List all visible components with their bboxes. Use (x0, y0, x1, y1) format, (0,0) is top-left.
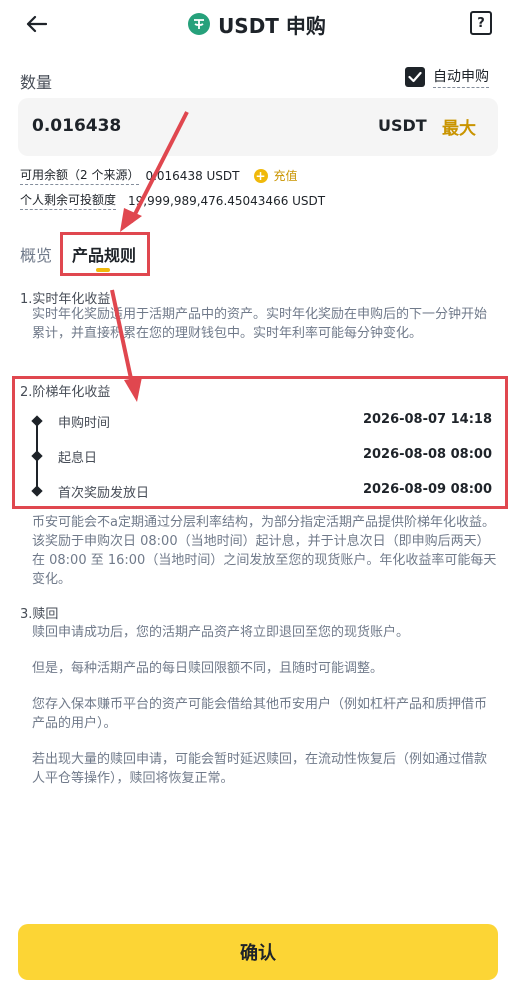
annotation-arrowhead (120, 208, 142, 232)
help-icon[interactable]: ? (470, 11, 492, 35)
recharge-link[interactable]: 充值 (274, 167, 298, 184)
available-balance-row: 可用余额（2 个来源） 0.016438 USDT + 充值 (20, 166, 298, 185)
quota-value: 19,999,989,476.45043466 USDT (128, 193, 326, 208)
section-3-paragraph: 赎回申请成功后，您的活期产品资产将立即退回至您的现货账户。 (32, 625, 410, 640)
plus-circle-icon[interactable]: + (253, 168, 268, 183)
quota-label[interactable]: 个人剩余可投额度 (20, 191, 117, 210)
max-button[interactable]: 最大 (442, 114, 476, 139)
annotation-highlight-box (60, 232, 150, 276)
section-3-paragraph: 您存入保本赚币平台的资产可能会借给其他币安用户（例如杠杆产品和质押借币产品的用户… (32, 697, 488, 731)
tab-overview[interactable]: 概览 (20, 242, 52, 266)
section-2-text: 币安可能会不a定期通过分层利率结构，为部分指定活期产品提供阶梯年化收益。该奖励于… (32, 515, 497, 587)
timeline-value: 2026-08-09 08:00 (362, 482, 492, 497)
timeline-label: 首次奖励发放日 (58, 486, 150, 501)
timeline-value: 2026-08-08 08:00 (362, 447, 492, 462)
amount-field[interactable]: 0.016438 (32, 116, 121, 136)
unit-label: USDT (378, 116, 427, 135)
section-3-paragraph: 但是，每种活期产品的每日赎回限额不同，且随时可能调整。 (32, 661, 384, 676)
section-1-text: 实时年化奖励适用于活期产品中的资产。实时年化奖励在申购后的下一分钟开始累计，并直… (32, 307, 488, 341)
usdt-coin-icon (188, 13, 211, 35)
quantity-label: 数量 (20, 73, 53, 92)
timeline-label: 起息日 (58, 451, 98, 466)
header-title-group: USDT 申购 (0, 8, 514, 40)
checkbox-checked-icon[interactable] (405, 67, 425, 87)
timeline-label: 申购时间 (58, 416, 111, 431)
confirm-button[interactable]: 确认 (18, 924, 498, 980)
page-title: USDT 申购 (218, 13, 326, 38)
section-3-title: 3.赎回 (20, 607, 59, 622)
timeline-value: 2026-08-07 14:18 (362, 412, 492, 427)
quota-row: 个人剩余可投额度 19,999,989,476.45043466 USDT (20, 191, 325, 210)
auto-subscribe-label: 自动申购 (433, 66, 489, 88)
auto-subscribe-toggle[interactable]: 自动申购 (405, 66, 489, 88)
available-balance-label[interactable]: 可用余额（2 个来源） (20, 166, 140, 185)
section-3-paragraph: 若出现大量的赎回申请，可能会暂时延迟赎回，在流动性恢复后（例如通过借款人平仓等操… (32, 752, 488, 786)
available-balance-value: 0.016438 USDT (145, 168, 240, 183)
